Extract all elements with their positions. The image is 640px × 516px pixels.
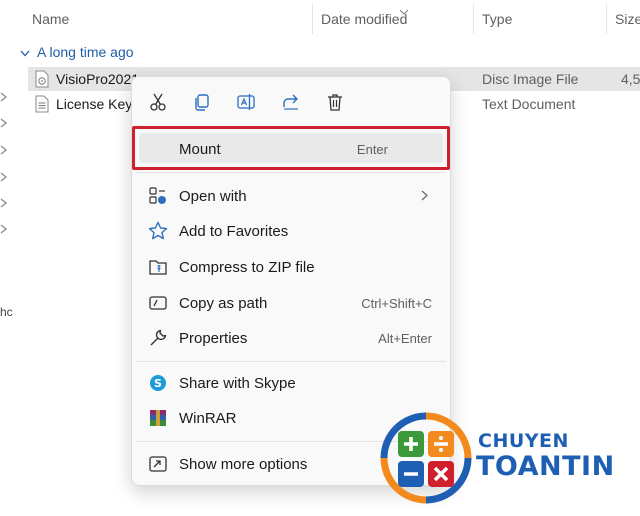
menu-item-shortcut: Enter (356, 141, 388, 157)
menu-divider (136, 172, 446, 173)
context-menu-toolbar (132, 77, 450, 125)
copy-icon (195, 94, 209, 111)
text-file-icon (35, 95, 49, 113)
nav-item-label[interactable]: hc (0, 305, 13, 319)
nav-expand-chevron-icon[interactable] (0, 198, 8, 208)
column-size[interactable]: Size (615, 11, 640, 27)
logo-text-line2: TOANTIN (476, 451, 615, 482)
menu-item-add-to-favorites[interactable]: Add to Favorites (132, 214, 450, 248)
math-symbols-logo-icon (380, 412, 472, 504)
menu-item-label: Share with Skype (179, 374, 296, 392)
copy-path-icon (148, 293, 168, 313)
winrar-icon (148, 408, 168, 428)
disc-image-file-icon (35, 70, 49, 88)
menu-item-label: Compress to ZIP file (179, 258, 315, 276)
open-with-icon (148, 186, 168, 206)
column-header: Name Date modified Type Size (12, 0, 640, 36)
group-header[interactable]: A long time ago (20, 44, 134, 60)
menu-item-label: WinRAR (179, 409, 237, 427)
file-name: License Key.txt (56, 96, 138, 112)
column-divider[interactable] (473, 4, 474, 34)
menu-divider (136, 361, 446, 362)
rename-button[interactable] (235, 91, 257, 113)
file-name: VisioPro2021 (56, 71, 138, 87)
column-date-modified[interactable]: Date modified (321, 11, 407, 27)
menu-item-label: Show more options (179, 455, 308, 473)
skype-icon: S (148, 373, 168, 393)
column-type[interactable]: Type (482, 11, 512, 27)
nav-expand-chevron-icon[interactable] (0, 224, 8, 234)
column-name[interactable]: Name (32, 11, 69, 27)
menu-item-open-with[interactable]: Open with (132, 179, 450, 213)
svg-text:S: S (154, 377, 162, 390)
scissors-icon (150, 93, 166, 111)
file-size: 4,5 (621, 71, 640, 87)
menu-item-share-skype[interactable]: S Share with Skype (132, 366, 450, 400)
copy-button[interactable] (191, 91, 213, 113)
file-type: Disc Image File (482, 71, 579, 87)
menu-item-mount[interactable]: Mount Enter (132, 132, 450, 166)
nav-expand-chevron-icon[interactable] (0, 145, 8, 155)
menu-item-properties[interactable]: Properties Alt+Enter (132, 321, 450, 355)
delete-button[interactable] (324, 91, 346, 113)
menu-item-label: Add to Favorites (179, 222, 289, 240)
column-divider[interactable] (312, 4, 313, 34)
nav-expand-chevron-icon[interactable] (0, 118, 8, 128)
chuyentoantin-watermark-logo: CHUYEN TOANTIN (378, 408, 640, 508)
wrench-icon (148, 328, 168, 348)
menu-item-label: Properties (179, 329, 248, 347)
trash-icon (328, 94, 342, 111)
cut-button[interactable] (147, 91, 169, 113)
logo-text-line1: CHUYEN (478, 430, 569, 452)
menu-item-label: Mount (179, 140, 221, 158)
nav-expand-chevron-icon[interactable] (0, 172, 8, 182)
menu-item-label: Copy as path (179, 294, 268, 312)
navigation-pane: hc (0, 0, 13, 516)
submenu-chevron-icon (421, 188, 428, 205)
menu-item-compress-zip[interactable]: Compress to ZIP file (132, 250, 450, 284)
share-icon (283, 94, 298, 110)
zip-folder-icon (148, 257, 168, 277)
star-icon (148, 221, 168, 241)
show-more-icon (148, 454, 168, 474)
menu-item-shortcut: Alt+Enter (378, 330, 432, 346)
rename-icon (237, 94, 255, 110)
share-button[interactable] (280, 91, 302, 113)
collapse-chevron-icon (20, 44, 30, 60)
column-divider[interactable] (606, 4, 607, 34)
menu-item-copy-as-path[interactable]: Copy as path Ctrl+Shift+C (132, 286, 450, 320)
group-label: A long time ago (37, 44, 134, 60)
file-type: Text Document (482, 96, 576, 112)
nav-expand-chevron-icon[interactable] (0, 92, 8, 102)
menu-item-shortcut: Ctrl+Shift+C (361, 295, 432, 311)
menu-item-label: Open with (179, 187, 247, 205)
